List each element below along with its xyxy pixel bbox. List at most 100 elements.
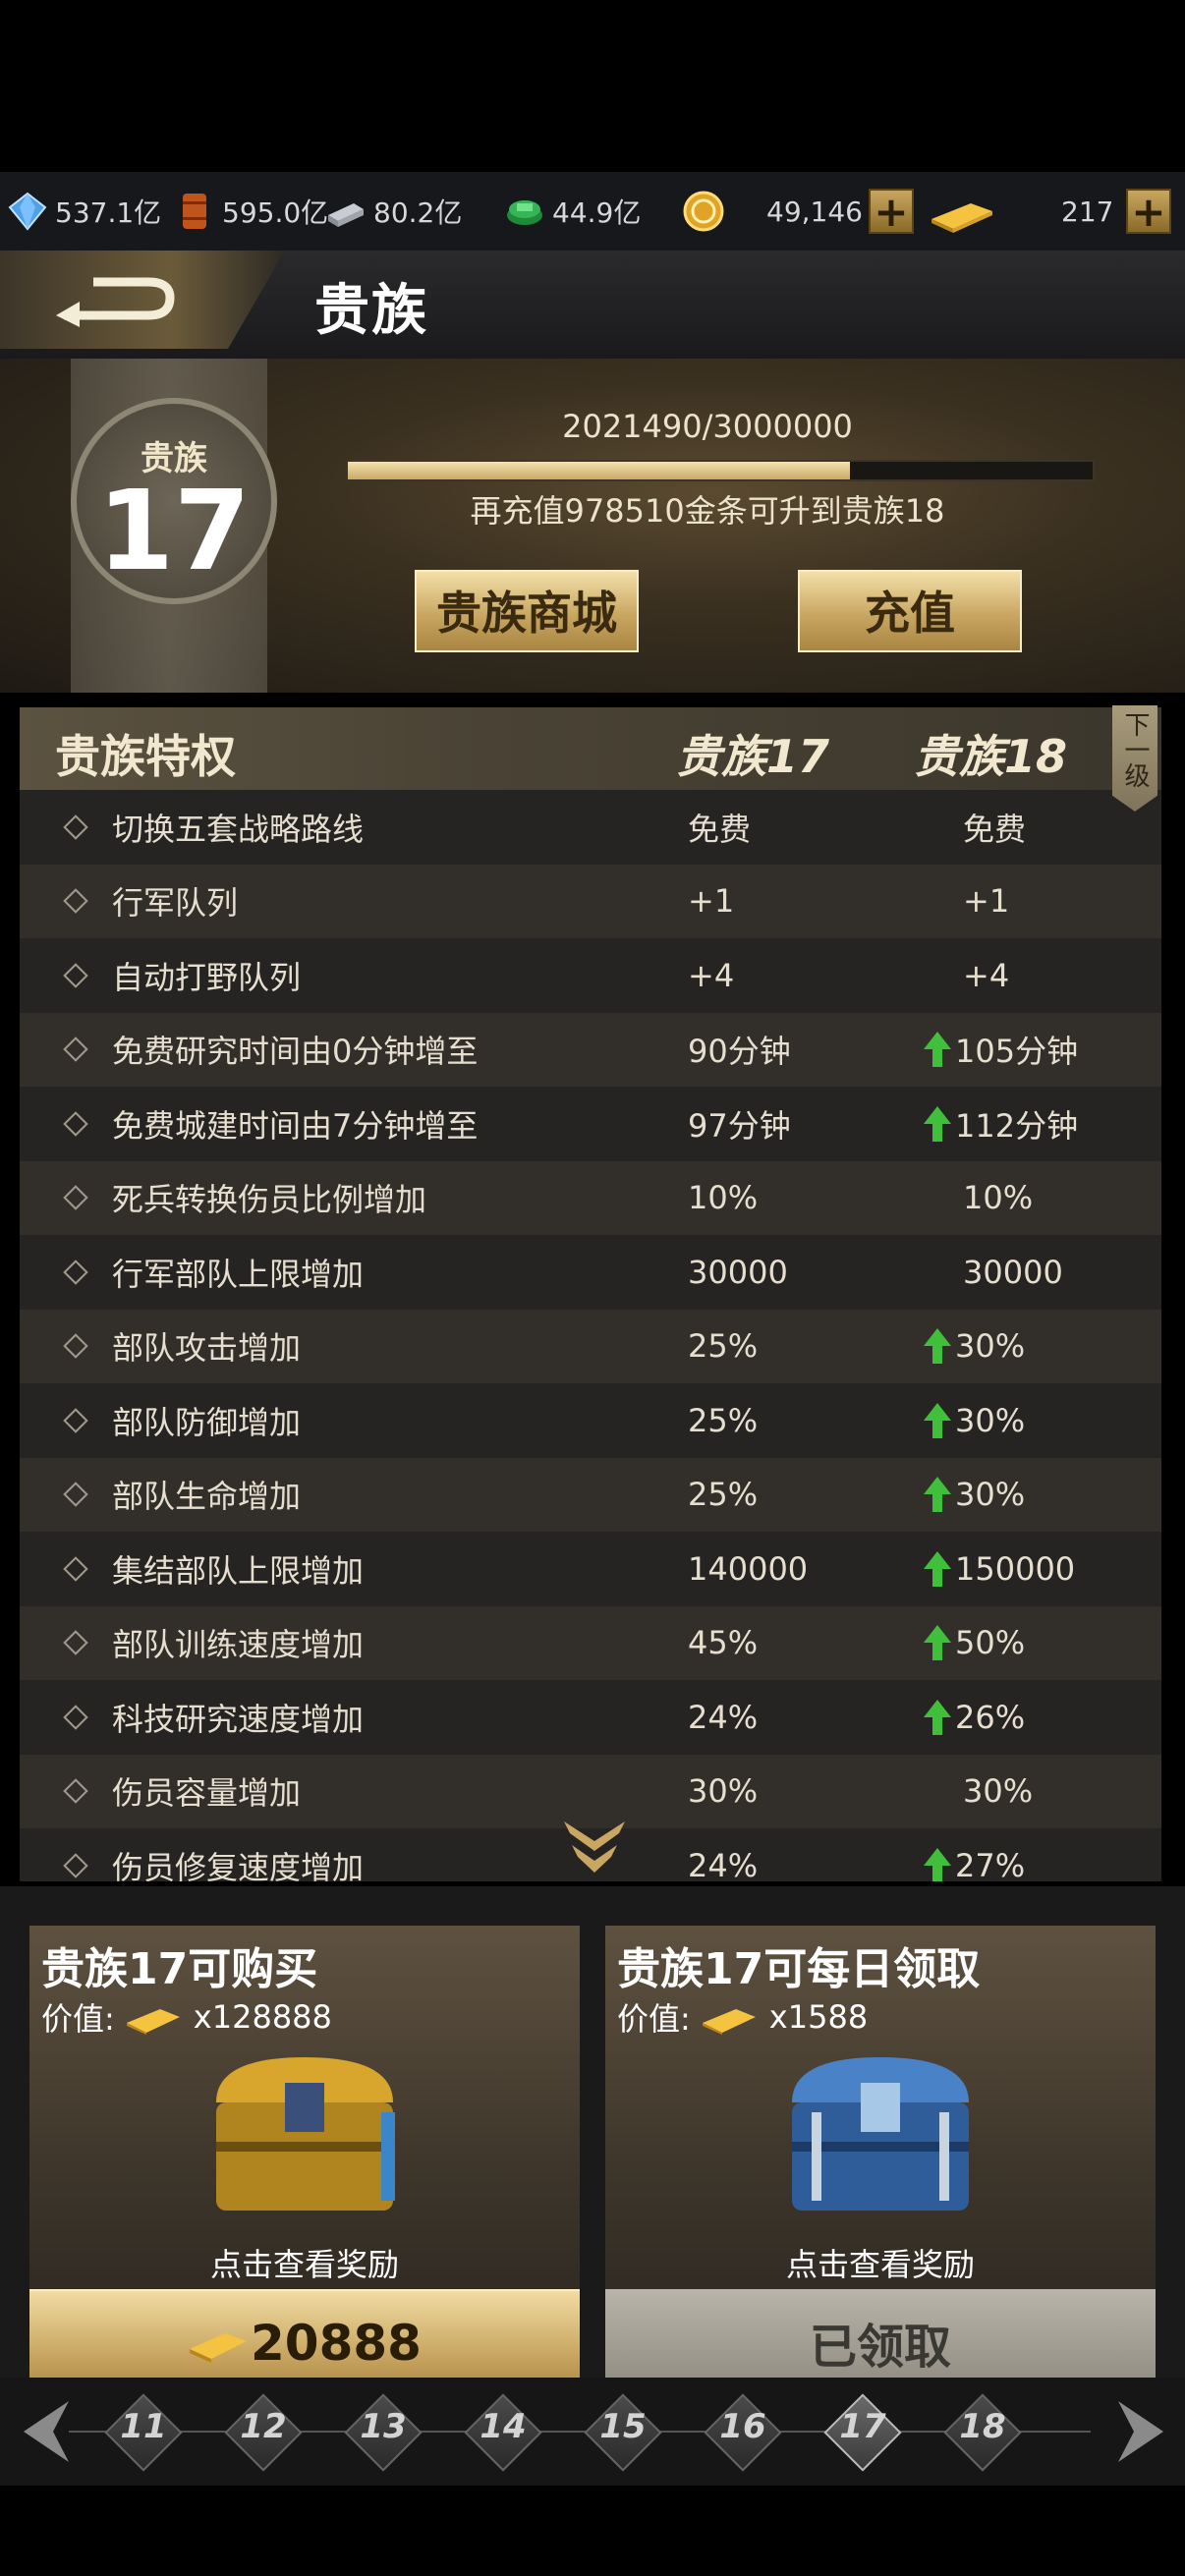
next-level-value: 30%	[955, 1401, 1026, 1439]
value-label: 价值:	[617, 2000, 691, 2038]
table-row: 部队训练速度增加 45% 50%	[20, 1605, 1161, 1680]
level-number[interactable]: 14	[464, 2407, 542, 2446]
badge-level: 17	[97, 468, 251, 595]
diamond-bullet-icon	[63, 1036, 88, 1062]
next-level-value: 30%	[963, 1772, 1034, 1811]
card-value: 价值: x128888	[41, 1994, 332, 2040]
resource-value: 49,146	[766, 195, 863, 228]
next-level-value-cell: 免费	[963, 805, 1026, 850]
privilege-name: 切换五套战略路线	[112, 810, 365, 848]
next-arrow-icon[interactable]	[1114, 2397, 1169, 2466]
next-level-value: 30%	[955, 1476, 1026, 1514]
card-value: 价值: x1588	[617, 1994, 868, 2040]
increase-arrow-icon	[924, 1477, 951, 1513]
privilege-name: 自动打野队列	[112, 958, 302, 996]
next-level-value-cell: 26%	[922, 1698, 1025, 1737]
resource-gold-coin-value: 49,146	[766, 186, 863, 237]
resource-value: 80.2亿	[373, 196, 463, 229]
next-level-tab[interactable]: 下一级	[1112, 705, 1157, 812]
privilege-name: 免费城建时间由7分钟增至	[112, 1106, 479, 1145]
next-level-value-cell: 150000	[922, 1549, 1075, 1589]
noble-shop-button[interactable]: 贵族商城	[415, 570, 639, 652]
oil-barrel-icon	[183, 194, 206, 229]
col-current-level: 贵族17	[676, 730, 830, 783]
add-gold-bar-button[interactable]: +	[1126, 186, 1171, 237]
diamond-bullet-icon	[63, 1705, 88, 1730]
progress-text: 2021490/3000000	[562, 408, 853, 445]
next-level-value: 105分钟	[955, 1033, 1079, 1071]
plus-icon[interactable]: +	[1126, 189, 1171, 234]
col-privilege: 贵族特权	[55, 730, 236, 783]
gold-chest-icon[interactable]	[197, 2044, 413, 2230]
resource-gold-bar	[928, 186, 1002, 237]
privilege-name: 免费研究时间由0分钟增至	[112, 1033, 479, 1071]
privilege-name: 部队训练速度增加	[112, 1626, 365, 1664]
current-level-value: 25%	[688, 1327, 759, 1366]
next-level-value: 112分钟	[955, 1106, 1079, 1145]
next-level-value: 26%	[955, 1698, 1026, 1736]
blue-chest-icon[interactable]	[772, 2044, 988, 2230]
diamond-bullet-icon	[63, 1260, 88, 1285]
current-level-value: 90分钟	[688, 1033, 791, 1071]
diamond-bullet-icon	[63, 963, 88, 988]
table-row: 部队防御增加 25% 30%	[20, 1383, 1161, 1458]
level-number[interactable]: 18	[943, 2407, 1022, 2446]
level-number[interactable]: 12	[224, 2407, 303, 2446]
next-level-value-cell: 30%	[963, 1772, 1033, 1810]
level-number[interactable]: 13	[344, 2407, 423, 2446]
add-gold-coin-button[interactable]: +	[869, 186, 914, 237]
noble-level-badge: 贵族 17	[71, 398, 277, 604]
table-row: 死兵转换伤员比例增加 10% 10%	[20, 1160, 1161, 1235]
table-row: 部队生命增加 25% 30%	[20, 1457, 1161, 1532]
plus-icon[interactable]: +	[869, 189, 914, 234]
reward-cards: 贵族17可购买 价值: x128888 点击查看奖励 20888 贵族17可每日…	[0, 1886, 1185, 2395]
diamond-bullet-icon	[63, 1185, 88, 1210]
privilege-name: 集结部队上限增加	[112, 1551, 365, 1590]
view-rewards-caption[interactable]: 点击查看奖励	[605, 2240, 1156, 2285]
current-level-value: 30000	[688, 1253, 788, 1291]
next-level-value: 30000	[963, 1253, 1063, 1291]
level-number[interactable]: 11	[104, 2407, 183, 2446]
prev-arrow-icon[interactable]	[18, 2397, 73, 2466]
back-button[interactable]	[0, 251, 285, 349]
table-row: 集结部队上限增加 140000 150000	[20, 1532, 1161, 1606]
next-level-value: +1	[963, 882, 1010, 921]
current-level-value: 10%	[688, 1179, 759, 1217]
resource-value: 217	[1061, 195, 1114, 228]
upgrade-hint: 再充值978510金条可升到贵族18	[470, 492, 945, 530]
value-label: 价值:	[41, 2000, 115, 2038]
privilege-name: 部队攻击增加	[112, 1329, 302, 1368]
current-level-value: 24%	[688, 1846, 759, 1881]
privilege-table[interactable]: 贵族特权 贵族17 贵族18 切换五套战略路线 免费 免费 行军队列 +1 +1 自动打野队…	[20, 707, 1161, 1881]
privilege-name: 部队生命增加	[112, 1478, 302, 1516]
crystal-icon	[8, 192, 47, 231]
next-level-value-cell: 30%	[922, 1475, 1025, 1514]
level-number[interactable]: 17	[823, 2407, 902, 2446]
increase-arrow-icon	[924, 1625, 951, 1661]
daily-claim-card[interactable]: 贵族17可每日领取 价值: x1588 点击查看奖励 已领取	[605, 1926, 1156, 2395]
scroll-down-chevron-icon[interactable]	[560, 1818, 629, 1878]
page-header: 贵族	[0, 251, 1185, 359]
resource-oil: 595.0亿	[173, 186, 328, 237]
gold-bar-icon	[190, 2333, 248, 2363]
current-level-value: 97分钟	[688, 1106, 791, 1145]
privilege-name: 伤员容量增加	[112, 1774, 302, 1813]
level-number[interactable]: 16	[704, 2407, 782, 2446]
diamond-bullet-icon	[63, 1111, 88, 1137]
table-row: 科技研究速度增加 24% 26%	[20, 1680, 1161, 1755]
resource-gold-bar-value: 217	[1061, 186, 1113, 237]
table-row: 行军队列 +1 +1	[20, 864, 1161, 938]
resource-steel: 80.2亿	[324, 186, 462, 237]
recharge-button[interactable]: 充值	[798, 570, 1022, 652]
table-row: 自动打野队列 +4 +4	[20, 938, 1161, 1013]
page-title: 贵族	[314, 279, 428, 343]
col-next-level: 贵族18	[914, 730, 1068, 783]
increase-arrow-icon	[924, 1847, 951, 1881]
purchase-card[interactable]: 贵族17可购买 价值: x128888 点击查看奖励 20888	[29, 1926, 580, 2395]
increase-arrow-icon	[924, 1402, 951, 1438]
view-rewards-caption[interactable]: 点击查看奖励	[29, 2240, 580, 2285]
current-level-value: +4	[688, 956, 735, 994]
table-row: 免费研究时间由0分钟增至 90分钟 105分钟	[20, 1012, 1161, 1087]
current-level-value: +1	[688, 882, 735, 921]
level-number[interactable]: 15	[584, 2407, 662, 2446]
